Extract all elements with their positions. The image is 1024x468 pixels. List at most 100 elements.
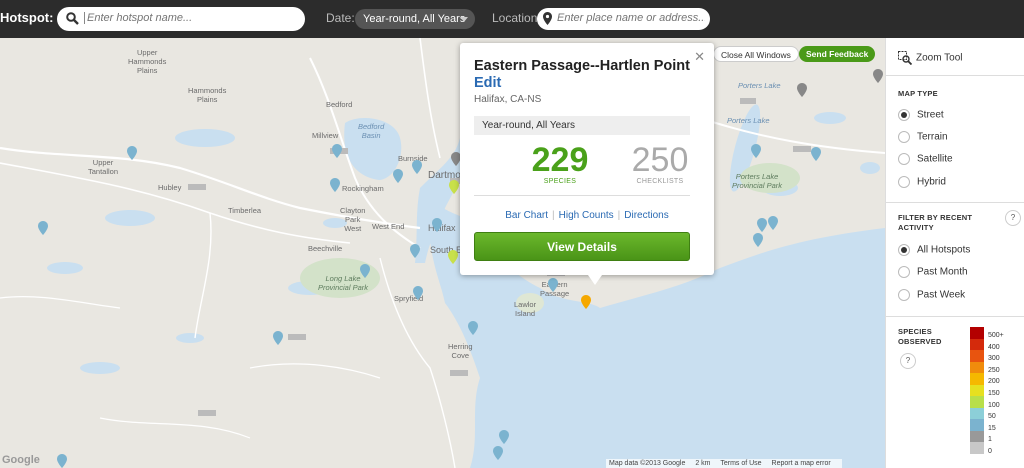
filter-past-week[interactable]: Past Week: [898, 289, 965, 301]
hotspot-marker[interactable]: [330, 178, 340, 192]
map-label-rockingham: Rockingham: [342, 184, 384, 193]
map-data-credit: Map data ©2013 Google: [609, 460, 686, 467]
radio[interactable]: [898, 131, 910, 143]
date-label: Date:: [326, 11, 355, 25]
map-label-hammonds: Hammonds Plains: [188, 86, 227, 104]
hotspot-marker[interactable]: [753, 233, 763, 247]
hotspot-marker[interactable]: [548, 278, 558, 292]
hotspot-search-input[interactable]: [84, 12, 294, 24]
close-all-windows-button[interactable]: Close All Windows: [713, 46, 799, 62]
map-type-terrain[interactable]: Terrain: [898, 131, 948, 143]
map-type-hybrid[interactable]: Hybrid: [898, 176, 946, 188]
directions-link[interactable]: Directions: [624, 210, 668, 221]
hotspot-marker[interactable]: [360, 264, 370, 278]
species-stat: 229 SPECIES: [520, 141, 600, 185]
zoom-tool-button[interactable]: Zoom Tool: [898, 51, 963, 65]
date-select[interactable]: Year-round, All Years: [355, 9, 475, 29]
radio[interactable]: [898, 153, 910, 165]
radio-selected[interactable]: [898, 109, 910, 121]
hotspot-marker[interactable]: [757, 218, 767, 232]
hotspot-info-window: ✕ Eastern Passage--Hartlen Point Edit Ha…: [460, 43, 714, 285]
hotspot-marker[interactable]: [499, 430, 509, 444]
map-label-dartmouth: Dartmo: [428, 170, 461, 181]
legend-swatch: [970, 396, 984, 408]
hotspot-marker[interactable]: [273, 331, 283, 345]
radio[interactable]: [898, 176, 910, 188]
map-label-porters-lake-top: Porters Lake: [738, 81, 781, 90]
location-input[interactable]: [557, 12, 705, 24]
map-scale: 2 km: [695, 460, 711, 467]
zoom-tool-icon: [898, 51, 912, 65]
selected-hotspot-marker[interactable]: [581, 295, 591, 309]
bar-chart-link[interactable]: Bar Chart: [505, 210, 548, 221]
hotspot-marker[interactable]: [468, 321, 478, 335]
map-label-bedford: Bedford: [326, 100, 353, 109]
map-type-label: Satellite: [917, 153, 953, 165]
map-label-porters-lake-park: Porters Lake Provincial Park: [732, 172, 783, 190]
species-observed-heading: SPECIES OBSERVED: [898, 327, 942, 346]
legend-label: 400: [988, 343, 1000, 351]
legend-label: 250: [988, 366, 1000, 374]
map-label-millview: Millview: [312, 131, 339, 140]
species-help-button[interactable]: ?: [900, 353, 916, 369]
hotspot-marker[interactable]: [38, 221, 48, 235]
legend-label: 200: [988, 378, 1000, 386]
hotspot-marker[interactable]: [57, 454, 67, 468]
hotspot-marker[interactable]: [448, 250, 458, 264]
hotspot-marker[interactable]: [797, 83, 807, 97]
hotspot-marker[interactable]: [873, 69, 883, 83]
map-type-heading: MAP TYPE: [898, 89, 938, 98]
hotspot-marker[interactable]: [493, 446, 503, 460]
top-bar: Hotspot: Date: Year-round, All Years Loc…: [0, 0, 1024, 38]
location-search-box[interactable]: [537, 8, 710, 30]
legend-label: 300: [988, 355, 1000, 363]
hotspot-marker[interactable]: [449, 180, 459, 194]
map-label-upper-hammonds: Upper Hammonds Plains: [128, 48, 167, 75]
map-canvas[interactable]: Upper Hammonds Plains Hammonds Plains Bedfo…: [0, 38, 885, 468]
send-feedback-button[interactable]: Send Feedback: [799, 46, 876, 62]
panel-divider: [886, 75, 1024, 76]
hotspot-marker[interactable]: [410, 244, 420, 258]
radio-selected[interactable]: [898, 244, 910, 256]
map-label-herring-cove: Herring Cove: [448, 342, 473, 360]
filter-all-hotspots[interactable]: All Hotspots: [898, 244, 970, 256]
checklist-count: 250: [631, 141, 689, 179]
species-legend-bar: [970, 327, 984, 454]
legend-swatch: [970, 327, 984, 339]
map-label-upper-tantallon: Upper Tantallon: [88, 158, 119, 176]
hotspot-marker[interactable]: [332, 144, 342, 158]
popup-links: Bar Chart | High Counts | Directions: [460, 210, 714, 221]
map-label-bedford-basin: Bedford Basin: [358, 122, 385, 140]
view-details-button[interactable]: View Details: [474, 232, 690, 261]
hotspot-search-box[interactable]: [57, 7, 305, 31]
legend-swatch: [970, 373, 984, 385]
report-error-link[interactable]: Report a map error: [772, 460, 831, 467]
filter-past-month[interactable]: Past Month: [898, 266, 968, 278]
map-type-satellite[interactable]: Satellite: [898, 153, 953, 165]
period-bar: Year-round, All Years: [474, 116, 690, 135]
hotspot-marker[interactable]: [811, 147, 821, 161]
map-footer: Map data ©2013 Google 2 km Terms of Use …: [606, 459, 842, 468]
legend-label: 15: [988, 424, 996, 432]
hotspot-marker[interactable]: [412, 160, 422, 174]
terms-link[interactable]: Terms of Use: [720, 460, 761, 467]
high-counts-link[interactable]: High Counts: [559, 210, 614, 221]
hotspot-marker[interactable]: [413, 286, 423, 300]
map-label-beechville: Beechville: [308, 244, 343, 253]
checklists-stat: 250 CHECKLISTS: [630, 141, 690, 185]
radio[interactable]: [898, 266, 910, 278]
hotspot-marker[interactable]: [751, 144, 761, 158]
close-icon[interactable]: ✕: [694, 49, 705, 65]
legend-label: 150: [988, 389, 1000, 397]
filter-label: All Hotspots: [917, 244, 971, 256]
filter-help-button[interactable]: ?: [1005, 210, 1021, 226]
hotspot-marker[interactable]: [768, 216, 778, 230]
legend-label: 500+: [988, 332, 1004, 339]
edit-link[interactable]: Edit: [474, 75, 501, 91]
hotspot-marker[interactable]: [127, 146, 137, 160]
hotspot-marker[interactable]: [432, 218, 442, 232]
map-type-street[interactable]: Street: [898, 109, 944, 121]
hotspot-marker[interactable]: [393, 169, 403, 183]
checklist-caption: CHECKLISTS: [636, 178, 684, 185]
radio[interactable]: [898, 289, 910, 301]
